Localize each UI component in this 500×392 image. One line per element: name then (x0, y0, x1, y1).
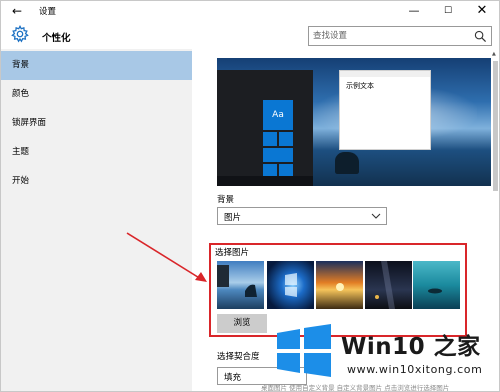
sidebar-item-themes[interactable]: 主题 (1, 138, 192, 167)
sidebar-item-label: 颜色 (12, 89, 30, 99)
gear-icon (11, 25, 29, 43)
sidebar-item-start[interactable]: 开始 (1, 167, 192, 196)
sidebar-item-label: 背景 (12, 60, 30, 70)
background-dropdown-value: 图片 (224, 213, 242, 223)
sidebar: 背景 颜色 锁屏界面 主题 开始 (1, 49, 192, 391)
picture-thumbnail[interactable] (217, 261, 264, 309)
chevron-down-icon (371, 213, 381, 219)
background-preview: Aa 示例文本 (217, 58, 491, 186)
preview-tile-wide (263, 148, 293, 162)
fit-label: 选择契合度 (217, 352, 260, 362)
sidebar-item-colors[interactable]: 颜色 (1, 80, 192, 109)
watermark-url: www.win10xitong.com (347, 363, 483, 376)
search-input[interactable] (313, 30, 463, 42)
close-button[interactable]: ✕ (465, 1, 499, 21)
settings-window: ← 设置 — ☐ ✕ 个性化 背景 颜色 锁屏界面 主题 (0, 0, 500, 392)
picture-thumbnail[interactable] (267, 261, 314, 309)
picture-thumbnail[interactable] (365, 261, 412, 309)
preview-window-bar (340, 71, 430, 77)
minimize-button[interactable]: — (397, 1, 431, 21)
preview-taskbar (217, 176, 313, 186)
background-label: 背景 (217, 195, 235, 205)
title-bar: ← 设置 — ☐ ✕ (1, 1, 499, 21)
choose-picture-label: 选择图片 (215, 248, 250, 258)
sidebar-item-label: 锁屏界面 (12, 118, 47, 128)
search-icon[interactable] (474, 30, 487, 43)
preview-tile-small (263, 132, 277, 146)
sidebar-item-lock-screen[interactable]: 锁屏界面 (1, 109, 192, 138)
preview-tile: Aa (263, 100, 293, 130)
back-arrow-icon[interactable]: ← (9, 3, 25, 19)
watermark: Win10 之家 www.win10xitong.com 桌面图片 使用自定义背… (261, 311, 500, 392)
scrollbar-thumb[interactable] (493, 61, 498, 191)
watermark-title: Win10 之家 (341, 334, 481, 360)
preview-start-menu: Aa (217, 70, 313, 186)
search-box[interactable] (308, 26, 492, 46)
preview-window: 示例文本 (339, 70, 431, 150)
scroll-up-icon[interactable]: ▲ (492, 51, 496, 57)
sidebar-item-label: 主题 (12, 147, 30, 157)
background-dropdown[interactable]: 图片 (217, 207, 387, 225)
preview-rock (335, 152, 359, 174)
page-title: 个性化 (42, 33, 71, 44)
sidebar-item-label: 开始 (12, 176, 30, 186)
sample-text: 示例文本 (346, 82, 374, 90)
fit-dropdown-value: 填充 (224, 373, 242, 383)
watermark-faded-text: 桌面图片 使用自定义背景 自定义背景图片 点击浏览进行选择图片 (261, 384, 450, 392)
window-title: 设置 (39, 7, 57, 17)
preview-tile-small (279, 132, 293, 146)
picture-thumbnail[interactable] (413, 261, 460, 309)
windows-logo-icon (277, 324, 331, 377)
browse-button[interactable]: 浏览 (217, 314, 267, 333)
picture-thumbnail[interactable] (316, 261, 363, 309)
red-arrow-annotation (126, 232, 207, 282)
maximize-button[interactable]: ☐ (431, 1, 465, 21)
sidebar-item-background[interactable]: 背景 (1, 51, 192, 80)
